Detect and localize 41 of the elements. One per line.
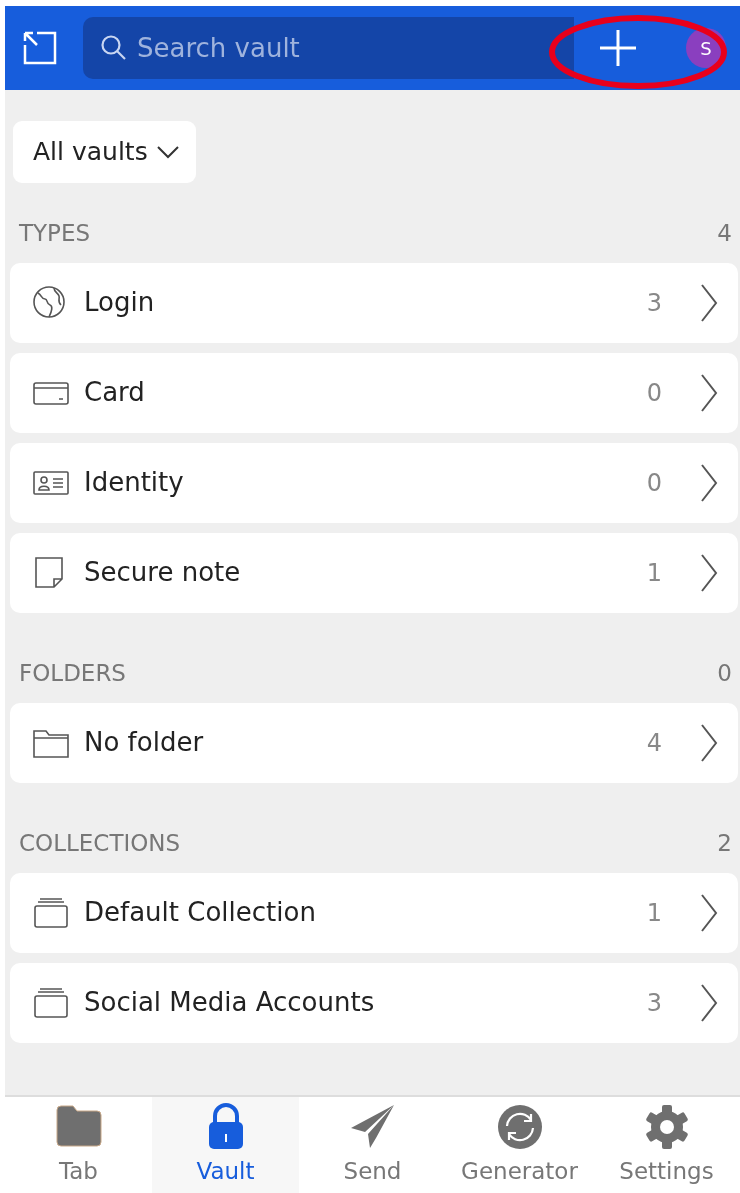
chevron-down-icon xyxy=(155,144,180,159)
item-label: Identity xyxy=(84,466,185,499)
item-count: 3 xyxy=(646,987,662,1019)
section-count: 0 xyxy=(717,659,732,689)
item-count: 1 xyxy=(646,557,662,589)
list-item[interactable]: Identity 0 xyxy=(10,442,738,523)
list-item[interactable]: Card 0 xyxy=(10,352,738,433)
chevron-right-icon xyxy=(700,722,718,763)
item-count: 1 xyxy=(646,897,662,929)
list-item[interactable]: Default Collection 1 xyxy=(10,872,738,953)
chevron-right-icon xyxy=(700,892,718,933)
chevron-right-icon xyxy=(700,552,718,593)
section-title: TYPES xyxy=(19,219,91,249)
list-item[interactable]: Social Media Accounts 3 xyxy=(10,962,738,1043)
plus-icon xyxy=(598,28,638,68)
item-count: 0 xyxy=(646,377,662,409)
chevron-right-icon xyxy=(700,282,718,323)
list-item[interactable]: Secure note 1 xyxy=(10,532,738,613)
vault-dropdown[interactable]: All vaults xyxy=(13,121,196,183)
section-count: 4 xyxy=(717,219,732,249)
item-label: Social Media Accounts xyxy=(84,986,376,1019)
section-title: FOLDERS xyxy=(19,659,126,689)
item-label: Secure note xyxy=(84,556,242,589)
search-input[interactable]: Search vault xyxy=(135,27,574,69)
item-count: 3 xyxy=(646,287,662,319)
list-item[interactable]: No folder 4 xyxy=(10,702,738,783)
item-count: 4 xyxy=(646,727,662,759)
list-item[interactable]: Login 3 xyxy=(10,262,738,343)
chevron-right-icon xyxy=(700,372,718,413)
chevron-right-icon xyxy=(700,462,718,503)
section-title: COLLECTIONS xyxy=(19,829,181,859)
item-label: Default Collection xyxy=(84,896,317,929)
chevron-right-icon xyxy=(700,982,718,1023)
item-label: Card xyxy=(84,376,146,409)
section-count: 2 xyxy=(717,829,732,859)
search-field[interactable]: Search vault xyxy=(83,17,574,79)
item-count: 0 xyxy=(646,467,662,499)
expand-icon[interactable] xyxy=(21,29,59,67)
item-label: Login xyxy=(84,286,156,319)
item-label: No folder xyxy=(84,726,205,759)
nav-tab[interactable]: Vault xyxy=(152,1097,299,1193)
